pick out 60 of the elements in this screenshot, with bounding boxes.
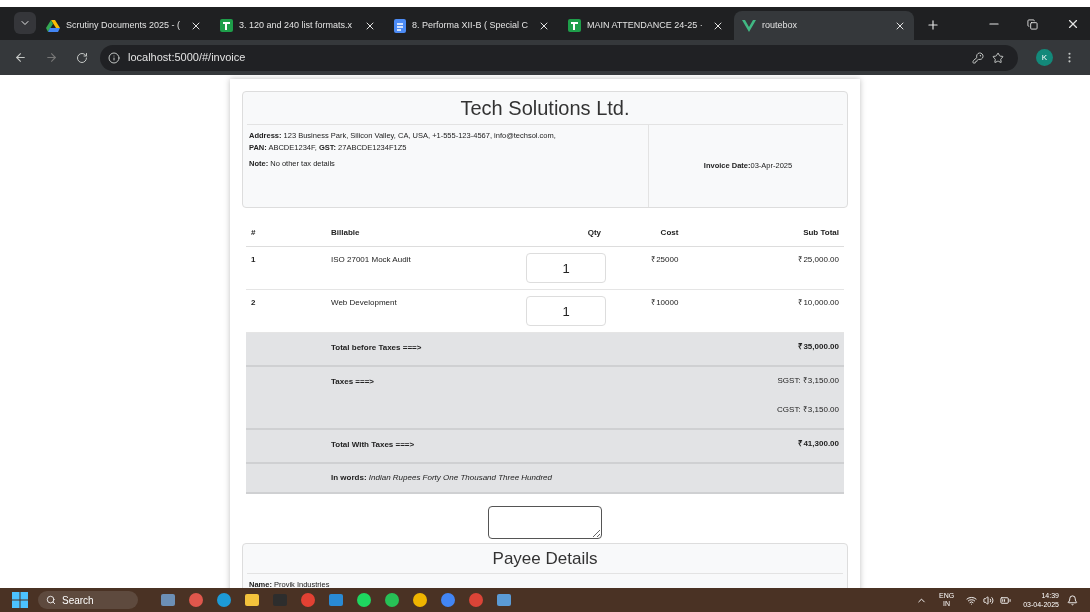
tab-title: MAIN ATTENDANCE 24-25 · — [587, 18, 704, 32]
browser-tab[interactable]: 8. Performa XII-B ( Special C — [386, 11, 558, 40]
amount-in-words: In words: Indian Rupees Forty One Thousand Three Hundred — [331, 473, 552, 482]
row-number: 1 — [246, 246, 326, 290]
summary-amount: ₹35,000.00 — [797, 341, 839, 353]
column-header: Billable — [326, 220, 526, 247]
browser-tab[interactable]: 3. 120 and 240 list formats.x — [212, 11, 384, 40]
site-info-icon[interactable] — [108, 51, 120, 64]
summary-amount: ₹41,300.00 — [797, 438, 839, 450]
billable-cell: Web Development — [326, 289, 526, 333]
address-bar[interactable]: localhost:5000/#/invoice — [100, 44, 1018, 71]
column-header: Cost — [606, 220, 684, 247]
tab-title: 3. 120 and 240 list formats.x — [239, 18, 354, 32]
search-box[interactable]: Search — [38, 591, 138, 609]
v-logo-icon — [742, 19, 756, 32]
summary-amount: SGST: ₹3,150.00 — [776, 375, 839, 387]
summary-amount: CGST: ₹3,150.00 — [776, 404, 839, 416]
tab-title: routebox — [762, 18, 799, 32]
billable-cell: ISO 27001 Mock Audit — [326, 246, 526, 290]
tab-title: Scrutiny Documents 2025 - ( — [66, 18, 182, 32]
new-tab-icon[interactable] — [926, 18, 940, 32]
cost-cell: ₹10000 — [606, 289, 684, 333]
text-area[interactable] — [488, 506, 602, 539]
subtotal-cell: ₹10,000.00 — [683, 289, 844, 333]
back-icon[interactable] — [14, 51, 27, 64]
spreadsheet-icon — [220, 19, 233, 32]
company-name: Tech Solutions Ltd. — [247, 92, 843, 125]
volume-icon[interactable] — [983, 594, 995, 606]
column-header: Sub Total — [683, 220, 844, 247]
search-icon — [46, 595, 56, 605]
summary-label: Total With Taxes ===> — [326, 429, 684, 463]
browser-tab[interactable]: routebox — [734, 11, 914, 40]
tab-list-button[interactable] — [14, 12, 36, 34]
key-icon[interactable] — [972, 51, 984, 64]
quantity-field[interactable]: 1 — [526, 253, 606, 283]
profile-avatar[interactable]: K — [1036, 49, 1053, 66]
forward-icon[interactable] — [45, 51, 58, 64]
bookmark-star-icon[interactable] — [992, 51, 1004, 64]
browser-tab[interactable]: MAIN ATTENDANCE 24-25 · — [560, 11, 732, 40]
summary-label: Taxes ===> — [326, 366, 684, 429]
document-icon — [394, 18, 406, 33]
quantity-field[interactable]: 1 — [526, 296, 606, 326]
column-header: Qty — [526, 220, 606, 247]
notification-icon[interactable] — [1067, 594, 1078, 606]
drive-icon — [46, 19, 60, 32]
restore-icon[interactable] — [1027, 19, 1038, 30]
spreadsheet-icon — [568, 19, 581, 32]
reload-icon[interactable] — [76, 51, 88, 64]
payee-title: Payee Details — [247, 544, 843, 574]
subtotal-cell: ₹25,000.00 — [683, 246, 844, 290]
summary-label: Total before Taxes ===> — [326, 332, 684, 366]
browser-tab[interactable]: Scrutiny Documents 2025 - ( — [38, 11, 210, 40]
url-text: localhost:5000/#/invoice — [128, 50, 246, 66]
close-window-icon[interactable] — [1066, 17, 1080, 31]
tab-title: 8. Performa XII-B ( Special C — [412, 18, 530, 32]
row-number: 2 — [246, 289, 326, 333]
wifi-icon[interactable] — [966, 594, 978, 606]
column-header: # — [246, 220, 326, 247]
battery-icon[interactable] — [1000, 594, 1012, 606]
cost-cell: ₹25000 — [606, 246, 684, 290]
